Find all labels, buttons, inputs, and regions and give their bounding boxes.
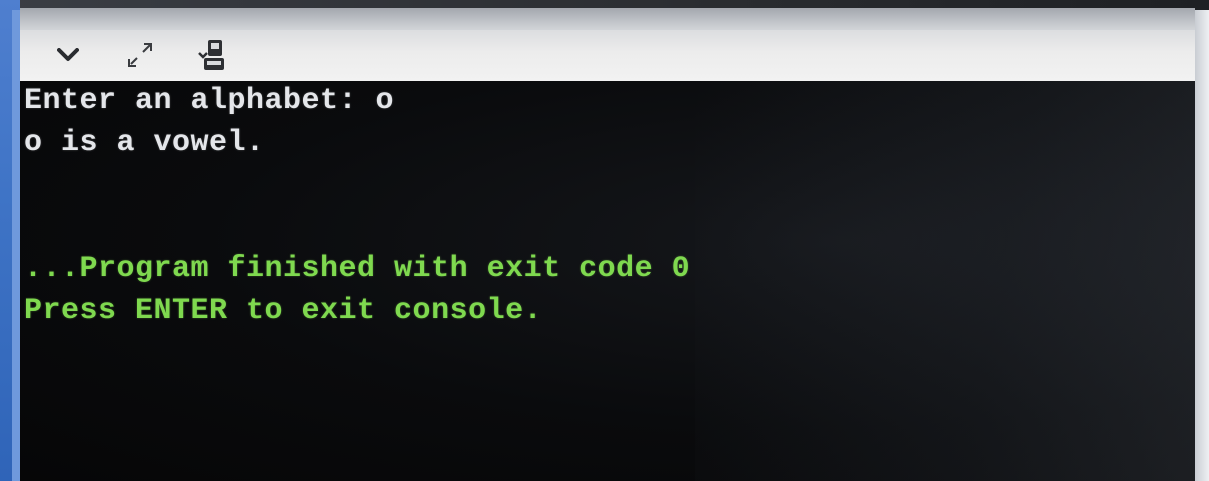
expand-arrows-icon xyxy=(128,43,152,67)
window-right-edge xyxy=(1195,10,1209,481)
console-output[interactable]: Enter an alphabet: o o is a vowel. ...Pr… xyxy=(20,81,1195,481)
console-line-result: o is a vowel. xyxy=(24,126,265,160)
collapse-button[interactable] xyxy=(48,38,88,72)
toolbar-top-band xyxy=(20,8,1195,30)
save-button[interactable] xyxy=(192,38,232,72)
window-left-border xyxy=(12,10,20,481)
console-line-exit-prompt: Press ENTER to exit console. xyxy=(24,294,543,328)
console-toolbar xyxy=(20,8,1195,81)
chevron-down-icon xyxy=(57,48,79,61)
console-line-prompt: Enter an alphabet: o xyxy=(24,84,395,118)
photo-frame: Enter an alphabet: o o is a vowel. ...Pr… xyxy=(0,0,1209,481)
expand-button[interactable] xyxy=(120,38,160,72)
console-line-exit-status: ...Program finished with exit code 0 xyxy=(24,252,691,286)
screen-glare xyxy=(695,81,1195,481)
save-download-icon xyxy=(198,40,224,70)
